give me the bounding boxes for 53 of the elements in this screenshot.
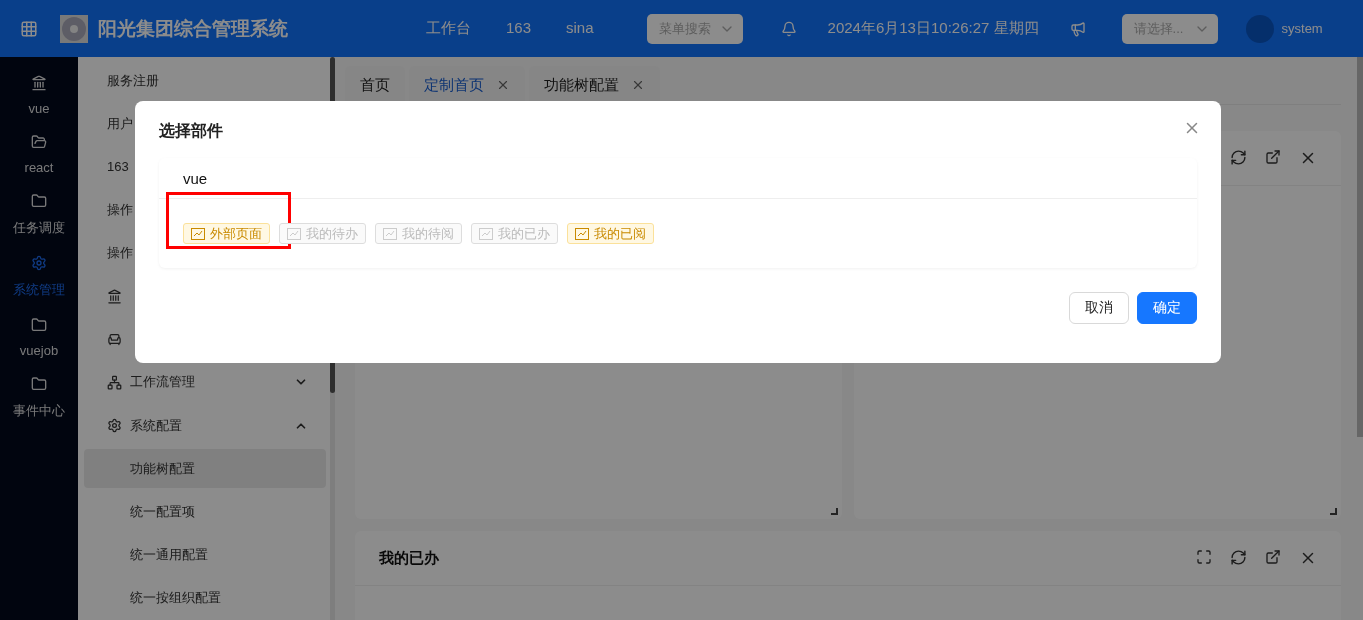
bank-icon	[31, 75, 47, 91]
refresh-icon[interactable]	[1230, 549, 1247, 566]
group-name: vue	[159, 158, 1197, 199]
sidebar-group[interactable]: 系统配置	[130, 416, 286, 435]
scrollbar[interactable]	[1357, 57, 1363, 437]
external-link-icon[interactable]	[1265, 549, 1281, 565]
seat-icon	[107, 331, 122, 347]
app-title: 阳光集团综合管理系统	[98, 16, 289, 41]
bell-icon[interactable]	[780, 20, 797, 37]
chart-icon	[575, 227, 589, 240]
chart-icon	[287, 227, 301, 240]
external-link-icon[interactable]	[1265, 149, 1281, 165]
nav-link[interactable]: sina	[566, 19, 594, 38]
widget-tag[interactable]: 外部页面	[183, 223, 270, 244]
apps-icon[interactable]	[20, 19, 38, 38]
rail-label: vue	[28, 101, 50, 116]
gear-icon	[107, 418, 122, 434]
nav-link[interactable]: 工作台	[426, 19, 471, 38]
chart-icon	[383, 227, 397, 240]
widget-tag[interactable]: 我的已阅	[567, 223, 654, 244]
sidebar-group[interactable]: 工作流管理	[130, 373, 286, 392]
gear-icon	[31, 255, 47, 271]
dialog-title: 选择部件	[159, 121, 223, 141]
sidebar-item[interactable]: 功能树配置	[84, 449, 326, 489]
rail-label: 任务调度	[13, 219, 65, 237]
datetime-text: 2024年6月13日10:26:27 星期四	[827, 19, 1039, 38]
sidebar-item[interactable]: 统一通用配置	[84, 535, 326, 575]
rail-label: 事件中心	[13, 402, 65, 420]
confirm-button[interactable]: 确定	[1137, 292, 1197, 324]
rail-label: react	[24, 160, 54, 175]
sidebar-item[interactable]: 服务注册	[78, 59, 330, 103]
logo-icon	[60, 14, 88, 43]
chart-icon	[191, 227, 205, 240]
close-icon[interactable]	[631, 78, 645, 92]
refresh-icon[interactable]	[1230, 149, 1247, 166]
rail-label: vuejob	[19, 343, 59, 358]
card-title: 我的已办	[379, 548, 439, 568]
folder-icon	[31, 376, 47, 392]
rail-label: 系统管理	[13, 281, 65, 299]
folder-icon	[31, 193, 47, 209]
cancel-button[interactable]: 取消	[1069, 292, 1129, 324]
hierarchy-icon	[107, 374, 122, 390]
nav-link[interactable]: 163	[506, 19, 532, 38]
sidebar-item[interactable]: 统一配置项	[84, 492, 326, 532]
bank-icon	[107, 288, 122, 304]
sidebar-item[interactable]: 统一按组织配置	[84, 578, 326, 618]
user-name[interactable]: system	[1281, 21, 1323, 36]
chart-icon	[479, 227, 493, 240]
megaphone-icon[interactable]	[1069, 20, 1086, 37]
close-icon[interactable]	[496, 78, 510, 92]
fullscreen-icon[interactable]	[1196, 549, 1212, 565]
folder-icon	[31, 317, 47, 333]
folder-icon	[31, 134, 47, 150]
